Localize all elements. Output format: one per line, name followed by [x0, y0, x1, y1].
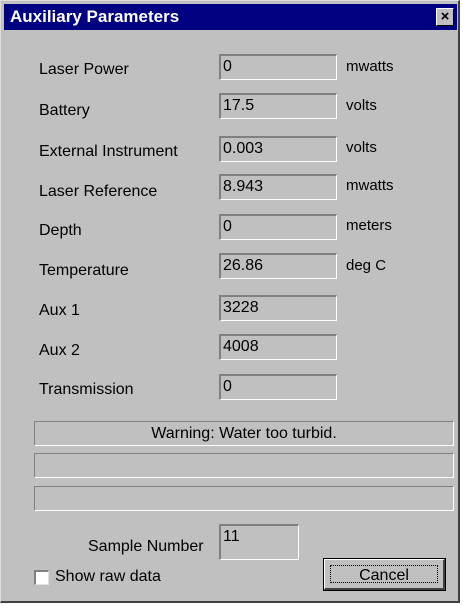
- unit-external-instrument: volts: [346, 139, 377, 156]
- field-laser-reference: 8.943: [219, 174, 337, 200]
- field-laser-power: 0: [219, 54, 337, 80]
- label-transmission: Transmission: [39, 381, 134, 398]
- label-battery: Battery: [39, 102, 90, 119]
- unit-battery: volts: [346, 97, 377, 114]
- label-aux-2: Aux 2: [39, 342, 80, 359]
- status-line-1: Warning: Water too turbid.: [34, 421, 454, 446]
- field-aux-1: 3228: [219, 295, 337, 321]
- field-battery: 17.5: [219, 93, 337, 119]
- show-raw-data-checkbox[interactable]: [34, 570, 49, 585]
- label-temperature: Temperature: [39, 262, 129, 279]
- label-laser-power: Laser Power: [39, 61, 129, 78]
- cancel-button-label: Cancel: [330, 565, 438, 584]
- status-line-3: [34, 486, 454, 511]
- sample-number-label: Sample Number: [88, 538, 204, 555]
- unit-laser-reference: mwatts: [346, 177, 394, 194]
- field-transmission: 0: [219, 374, 337, 400]
- window-title: Auxiliary Parameters: [10, 7, 180, 26]
- field-external-instrument: 0.003: [219, 136, 337, 162]
- cancel-button[interactable]: Cancel: [323, 558, 446, 591]
- field-temperature: 26.86: [219, 253, 337, 279]
- field-aux-2: 4008: [219, 334, 337, 360]
- label-aux-1: Aux 1: [39, 302, 80, 319]
- field-depth: 0: [219, 214, 337, 240]
- unit-depth: meters: [346, 217, 392, 234]
- sample-number-field: 11: [219, 524, 299, 560]
- unit-laser-power: mwatts: [346, 58, 394, 75]
- cancel-button-bevel: Cancel: [324, 559, 445, 590]
- auxiliary-parameters-dialog: Auxiliary Parameters × Laser Power 0 mwa…: [0, 0, 460, 603]
- unit-temperature: deg C: [346, 257, 387, 274]
- title-bar: Auxiliary Parameters ×: [4, 4, 457, 30]
- show-raw-data-label[interactable]: Show raw data: [55, 568, 161, 586]
- label-external-instrument: External Instrument: [39, 143, 178, 160]
- status-line-2: [34, 453, 454, 478]
- close-icon[interactable]: ×: [436, 8, 454, 26]
- label-depth: Depth: [39, 222, 82, 239]
- label-laser-reference: Laser Reference: [39, 183, 158, 200]
